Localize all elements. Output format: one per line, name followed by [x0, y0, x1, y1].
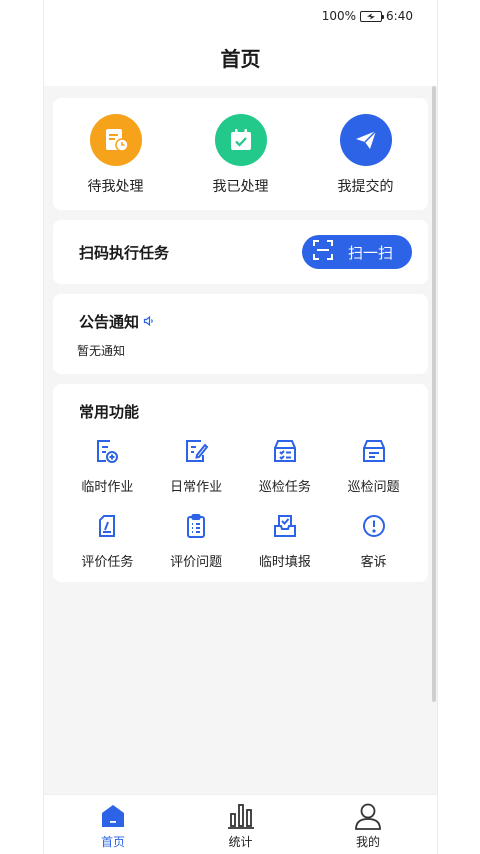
function-grid: 临时作业 日常作业 巡检任务 巡检问题 评价任务 评价问题 临时填报 客诉 [63, 436, 418, 570]
doc-pen-icon [152, 436, 241, 466]
quick-done-label: 我已处理 [212, 179, 269, 195]
pending-doc-icon [89, 114, 142, 166]
tab-home[interactable]: 首页 [88, 795, 138, 854]
tab-home-label: 首页 [100, 835, 125, 849]
bar-chart-icon [216, 801, 266, 831]
notice-title-row: 公告通知 [79, 311, 155, 332]
func-daily-work[interactable]: 日常作业 [152, 436, 241, 495]
quick-pending-label: 待我处理 [87, 179, 144, 195]
clipboard-list-icon [152, 511, 241, 541]
alert-circle-icon [329, 511, 418, 541]
func-temp-work[interactable]: 临时作业 [63, 436, 152, 495]
tray-check-icon [241, 511, 330, 541]
func-complaint[interactable]: 客诉 [329, 511, 418, 570]
status-bar: 100% 6:40 [44, 0, 437, 32]
func-eval-issue[interactable]: 评价问题 [152, 511, 241, 570]
tab-profile-label: 我的 [355, 835, 380, 849]
quick-actions-card: 待我处理 我已处理 我提交的 [53, 98, 428, 210]
func-inspection-issue[interactable]: 巡检问题 [329, 436, 418, 495]
scan-button[interactable]: 扫一扫 [302, 235, 412, 269]
doc-edit-icon [63, 511, 152, 541]
scan-frame-icon [312, 239, 334, 265]
tab-stats-label: 统计 [228, 835, 253, 849]
common-functions-card: 常用功能 临时作业 日常作业 巡检任务 巡检问题 评价任务 评价问题 临时填报 … [53, 384, 428, 582]
app-screen: 100% 6:40 首页 待我处理 我已处理 我提交的 扫码执行任务 扫一扫 公… [43, 0, 438, 854]
tab-profile[interactable]: 我的 [343, 795, 393, 854]
func-complaint-label: 客诉 [360, 555, 387, 570]
calendar-check-icon [214, 114, 267, 166]
user-icon [343, 801, 393, 831]
doc-plus-icon [63, 436, 152, 466]
quick-submitted[interactable]: 我提交的 [311, 114, 421, 196]
notice-text: 暂无通知 [77, 344, 126, 358]
func-daily-work-label: 日常作业 [170, 480, 223, 495]
quick-submitted-label: 我提交的 [337, 179, 394, 195]
tab-stats[interactable]: 统计 [216, 795, 266, 854]
bottom-tab-bar: 首页 统计 我的 [44, 794, 437, 854]
status-right: 100% 6:40 [322, 9, 413, 23]
battery-percent: 100% [321, 9, 357, 23]
func-eval-task[interactable]: 评价任务 [63, 511, 152, 570]
speaker-icon [143, 313, 155, 331]
func-inspection-issue-label: 巡检问题 [347, 480, 400, 495]
box-checklist-icon [241, 436, 330, 466]
func-temp-work-label: 临时作业 [81, 480, 134, 495]
func-temp-report-label: 临时填报 [258, 555, 311, 570]
clock: 6:40 [386, 9, 413, 23]
quick-pending[interactable]: 待我处理 [61, 114, 171, 196]
paper-plane-icon [339, 114, 392, 166]
func-temp-report[interactable]: 临时填报 [241, 511, 330, 570]
scan-title: 扫码执行任务 [79, 244, 170, 262]
func-inspection-task[interactable]: 巡检任务 [241, 436, 330, 495]
func-inspection-task-label: 巡检任务 [258, 480, 311, 495]
box-lines-icon [329, 436, 418, 466]
notice-title: 公告通知 [79, 313, 140, 331]
scan-button-label: 扫一扫 [348, 243, 394, 262]
notice-card: 公告通知 暂无通知 [53, 294, 428, 374]
func-eval-task-label: 评价任务 [81, 555, 134, 570]
func-eval-issue-label: 评价问题 [170, 555, 223, 570]
home-icon [88, 801, 138, 831]
page-title: 首页 [44, 32, 437, 86]
common-title: 常用功能 [79, 403, 140, 421]
scrollbar[interactable] [432, 86, 436, 702]
scan-card: 扫码执行任务 扫一扫 [53, 220, 428, 284]
quick-done[interactable]: 我已处理 [186, 114, 296, 196]
battery-icon [360, 10, 385, 22]
